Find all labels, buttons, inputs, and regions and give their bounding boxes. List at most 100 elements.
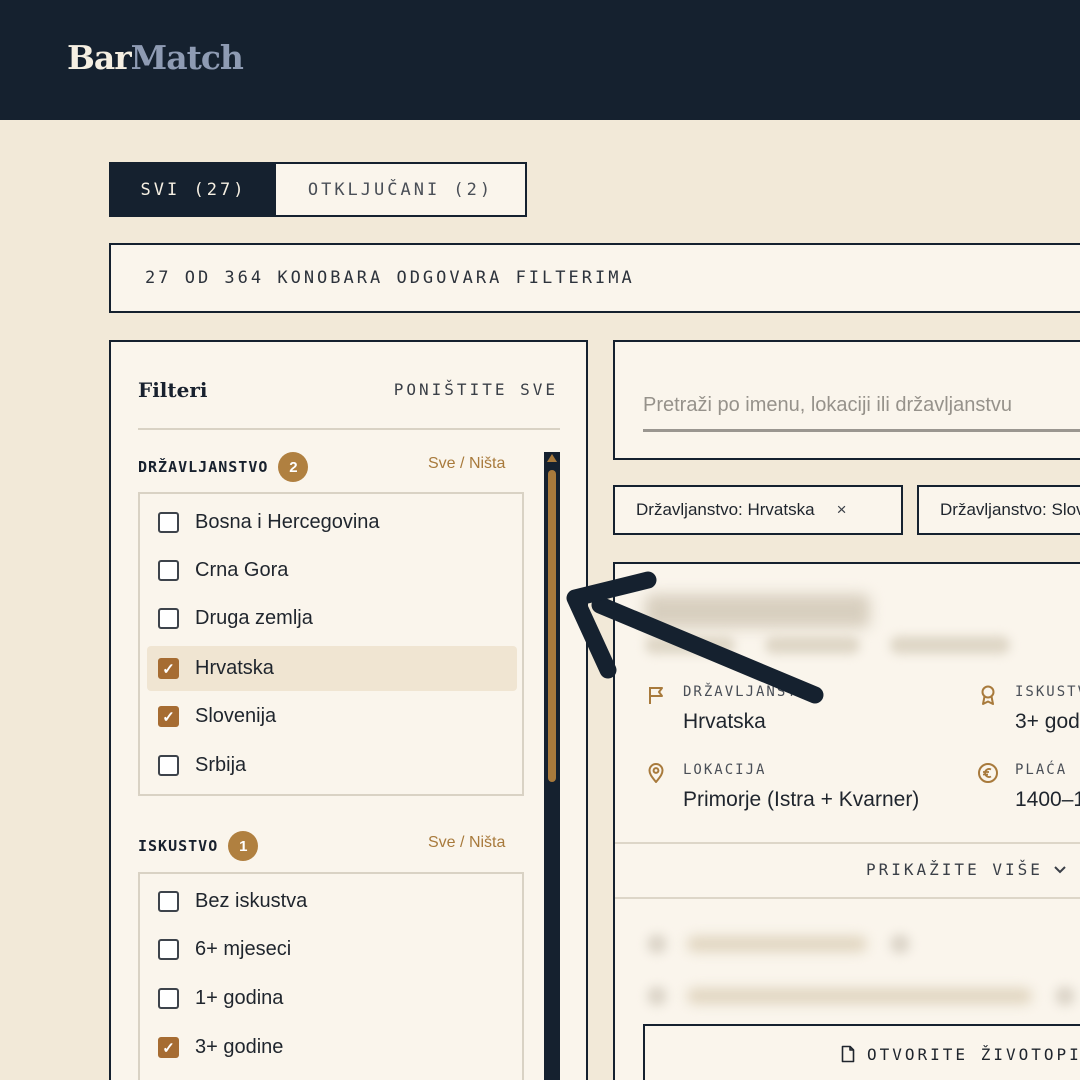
search-panel: [613, 340, 1080, 460]
scroll-up-arrow-icon[interactable]: [547, 454, 557, 462]
show-more-label: PRIKAŽITE VIŠE: [866, 860, 1043, 879]
citizenship-section-title: DRŽAVLJANSTVO 2: [138, 452, 309, 482]
filters-scrollbar-thumb[interactable]: [548, 470, 556, 782]
option-label: Srbija: [195, 754, 247, 776]
citizenship-option-druga-zemlja[interactable]: Druga zemlja: [147, 596, 517, 641]
candidate-tag-blurred: [890, 636, 1010, 654]
flag-icon: [649, 687, 663, 704]
salary-field-value: 1400–1600 €: [1015, 788, 1080, 811]
experience-separator: /: [460, 834, 465, 851]
reset-all-filters-link[interactable]: PONIŠTITE SVE: [394, 380, 558, 399]
copy-icon-blurred: [890, 934, 910, 954]
candidate-card: DRŽAVLJANSTVO Hrvatska ISKUSTVO 3+ godin…: [613, 562, 1080, 1080]
show-more-button[interactable]: PRIKAŽITE VIŠE: [866, 860, 1067, 879]
checkbox[interactable]: [158, 608, 179, 629]
option-label: Bosna i Hercegovina: [195, 511, 380, 533]
experience-option-6-months[interactable]: 6+ mjeseci: [147, 927, 517, 972]
checkbox[interactable]: [158, 755, 179, 776]
checkbox[interactable]: [158, 512, 179, 533]
chip-label: Državljanstvo: Slovenija: [940, 500, 1080, 519]
active-filter-chip-slovenija[interactable]: Državljanstvo: Slovenija: [917, 485, 1080, 535]
citizenship-select-all-link[interactable]: Sve: [428, 455, 456, 472]
brand-logo-part1: Bar: [67, 38, 132, 77]
citizenship-option-slovenija[interactable]: ✓ Slovenija: [147, 694, 517, 739]
experience-option-1-year[interactable]: 1+ godina: [147, 976, 517, 1021]
award-icon: [981, 685, 995, 705]
location-pin-icon: [648, 763, 664, 783]
checkbox-checked[interactable]: ✓: [158, 658, 179, 679]
option-label: 1+ godina: [195, 987, 284, 1009]
candidate-tag-blurred: [645, 636, 735, 654]
citizenship-option-hrvatska[interactable]: ✓ Hrvatska: [147, 646, 517, 691]
checkbox[interactable]: [158, 939, 179, 960]
chevron-down-icon: [1054, 865, 1066, 873]
card-divider: [615, 842, 1080, 844]
checkbox[interactable]: [158, 988, 179, 1009]
search-input[interactable]: [643, 382, 1080, 432]
salary-field-label: PLAĆA: [1015, 762, 1068, 778]
citizenship-option-bih[interactable]: Bosna i Hercegovina: [147, 500, 517, 545]
copy-icon-blurred: [1055, 986, 1075, 1006]
experience-select-all-none: Sve / Ništa: [428, 834, 505, 852]
citizenship-option-srbija[interactable]: Srbija: [147, 743, 517, 788]
experience-option-3-years[interactable]: ✓ 3+ godine: [147, 1025, 517, 1070]
citizenship-options-box: Bosna i Hercegovina Crna Gora Druga zeml…: [138, 492, 524, 796]
top-header: BarMatch: [0, 0, 1080, 120]
phone-icon-blurred: [647, 934, 667, 954]
tab-unlocked[interactable]: OTKLJUČANI (2): [276, 164, 525, 215]
brand-logo-part2: Match: [130, 38, 244, 77]
option-label: Crna Gora: [195, 559, 289, 581]
candidate-tag-blurred: [765, 636, 860, 654]
filters-divider: [138, 428, 560, 430]
citizenship-count-badge: 2: [278, 452, 309, 482]
document-icon: [841, 1045, 855, 1063]
experience-select-none-link[interactable]: Ništa: [469, 834, 505, 851]
filters-panel: Filteri PONIŠTITE SVE DRŽAVLJANSTVO 2 Sv…: [109, 340, 588, 1080]
experience-section-title: ISKUSTVO 1: [138, 831, 259, 861]
experience-section-label: ISKUSTVO: [138, 837, 219, 855]
experience-option-none[interactable]: Bez iskustva: [147, 879, 517, 924]
results-summary-text: 27 OD 364 KONOBARA ODGOVARA FILTERIMA: [145, 268, 635, 288]
checkbox-checked[interactable]: ✓: [158, 1037, 179, 1058]
close-icon[interactable]: ×: [837, 500, 847, 520]
chip-label: Državljanstvo: Hrvatska: [636, 500, 815, 519]
citizenship-field-label: DRŽAVLJANSTVO: [683, 684, 819, 700]
card-divider: [615, 897, 1080, 899]
active-filter-chip-hrvatska[interactable]: Državljanstvo: Hrvatska ×: [613, 485, 903, 535]
citizenship-select-all-none: Sve / Ništa: [428, 455, 505, 473]
option-label: Hrvatska: [195, 657, 274, 679]
euro-icon: [978, 763, 998, 783]
option-label: 6+ mjeseci: [195, 938, 292, 960]
citizenship-option-crna-gora[interactable]: Crna Gora: [147, 548, 517, 593]
email-icon-blurred: [647, 986, 667, 1006]
citizenship-select-none-link[interactable]: Ništa: [469, 455, 505, 472]
option-label: Bez iskustva: [195, 890, 308, 912]
citizenship-section-label: DRŽAVLJANSTVO: [138, 458, 269, 476]
option-label: Slovenija: [195, 705, 277, 727]
checkbox-checked[interactable]: ✓: [158, 706, 179, 727]
brand-logo[interactable]: BarMatch: [67, 38, 244, 77]
open-cv-label: OTVORITE ŽIVOTOPIS: [867, 1044, 1080, 1064]
phone-number-blurred: [687, 936, 867, 952]
checkbox[interactable]: [158, 560, 179, 581]
results-summary-bar: 27 OD 364 KONOBARA ODGOVARA FILTERIMA: [109, 243, 1080, 313]
option-label: 3+ godine: [195, 1036, 284, 1058]
open-cv-button[interactable]: OTVORITE ŽIVOTOPIS: [643, 1024, 1080, 1080]
candidate-name-blurred: [645, 594, 870, 628]
tab-all[interactable]: SVI (27): [111, 164, 276, 215]
filters-scrollbar[interactable]: [544, 452, 560, 1080]
option-label: Druga zemlja: [195, 607, 313, 629]
citizenship-field-value: Hrvatska: [683, 710, 766, 733]
email-address-blurred: [687, 988, 1032, 1004]
experience-count-badge: 1: [228, 831, 259, 861]
experience-select-all-link[interactable]: Sve: [428, 834, 456, 851]
citizenship-separator: /: [460, 455, 465, 472]
experience-options-box: Bez iskustva 6+ mjeseci 1+ godina ✓ 3+ g…: [138, 872, 524, 1080]
location-field-value: Primorje (Istra + Kvarner): [683, 788, 920, 811]
view-tabs: SVI (27) OTKLJUČANI (2): [109, 162, 527, 217]
filters-title: Filteri: [138, 378, 208, 402]
experience-field-value: 3+ godine: [1015, 710, 1080, 733]
location-field-label: LOKACIJA: [683, 762, 767, 778]
checkbox[interactable]: [158, 891, 179, 912]
experience-field-label: ISKUSTVO: [1015, 684, 1080, 700]
